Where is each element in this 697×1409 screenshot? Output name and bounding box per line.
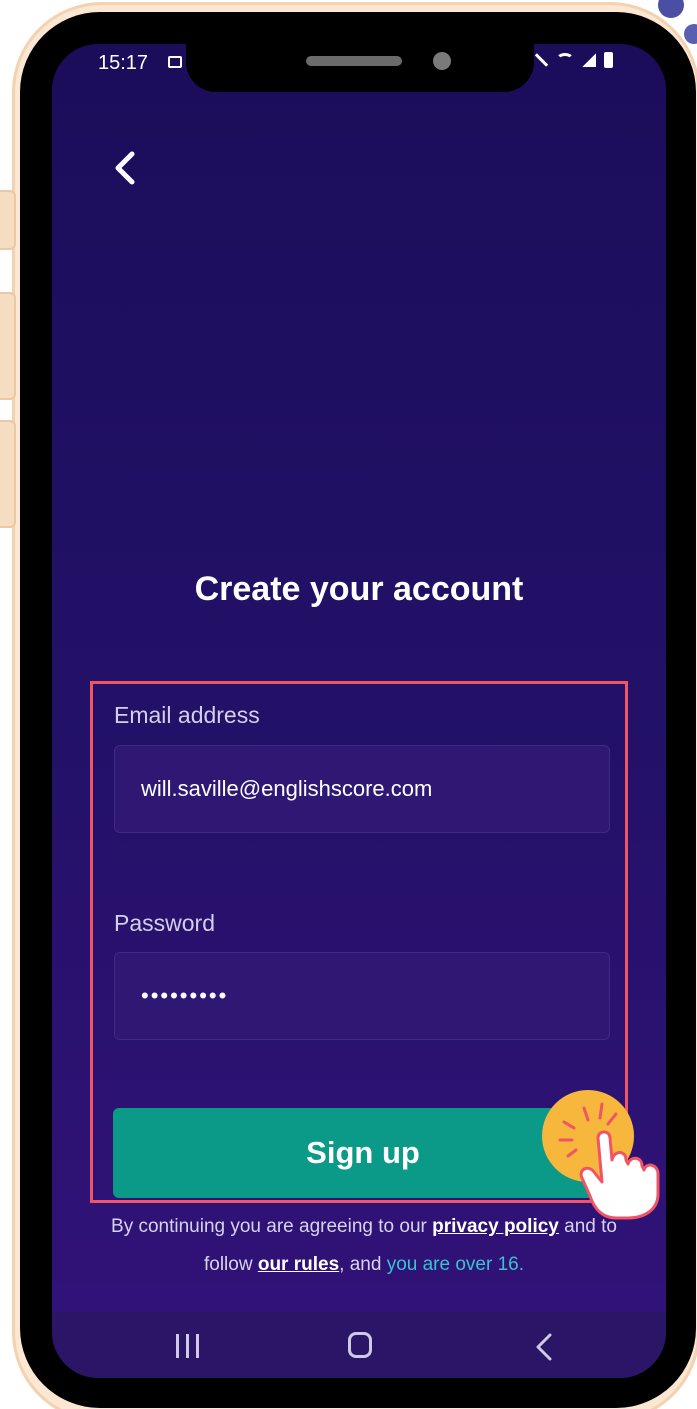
signal-icon [582, 53, 596, 67]
front-camera [433, 52, 451, 70]
tap-hand-icon [540, 1090, 690, 1220]
email-field[interactable]: will.saville@englishscore.com [114, 745, 610, 833]
password-label: Password [114, 910, 215, 936]
back-button[interactable] [106, 146, 150, 190]
legal-prefix: By continuing you are agreeing to our [111, 1216, 433, 1237]
recent-apps-icon[interactable] [176, 1334, 206, 1360]
phone-side-button [0, 292, 16, 400]
phone-side-button [0, 420, 16, 528]
camera-notch [186, 44, 534, 92]
decorative-dot [658, 0, 684, 18]
age-notice: you are over 16. [386, 1254, 525, 1275]
email-label: Email address [114, 702, 260, 728]
status-time: 15:17 [98, 52, 149, 74]
our-rules-link[interactable]: our rules [258, 1254, 339, 1275]
legal-comma: , and [339, 1254, 387, 1275]
page-title: Create your account [194, 570, 524, 608]
decorative-dot [684, 24, 697, 44]
gallery-icon [168, 56, 182, 68]
chevron-left-icon [115, 151, 135, 185]
sign-up-button[interactable]: Sign up [113, 1108, 613, 1198]
password-field[interactable]: ••••••••• [114, 952, 610, 1040]
wifi-icon [556, 53, 574, 67]
speaker-grille [306, 56, 402, 66]
mute-icon [534, 53, 548, 67]
device-mockup: 15:17 Create your account Email address … [0, 0, 697, 1409]
status-icons [534, 52, 613, 68]
home-icon[interactable] [348, 1332, 372, 1358]
android-nav-bar [52, 1312, 666, 1378]
back-icon[interactable] [532, 1332, 556, 1367]
phone-side-button [0, 190, 16, 250]
battery-icon [604, 52, 613, 68]
